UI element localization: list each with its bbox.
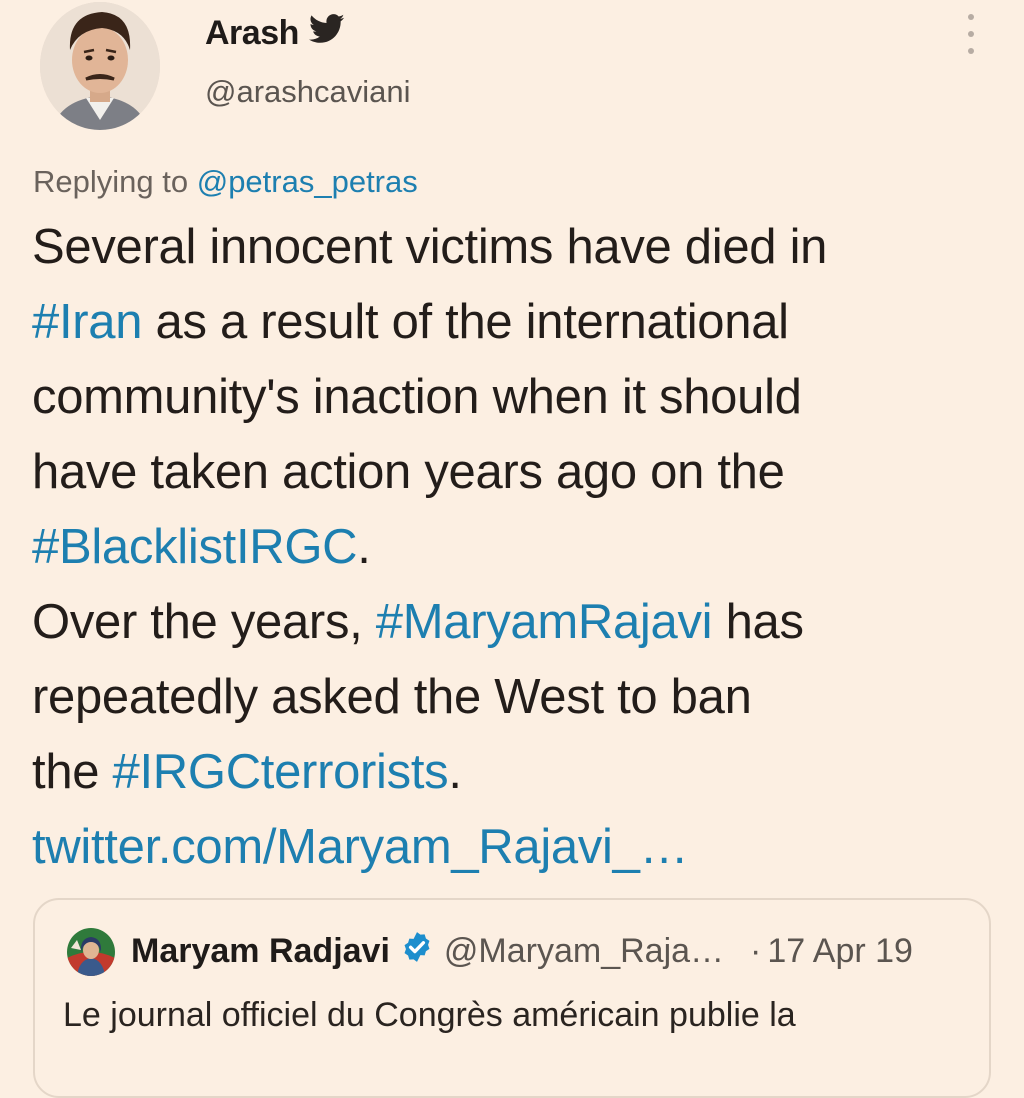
tweet-line: community's inaction when it should [32,360,1002,435]
author-handle[interactable]: @arashcaviani [205,74,411,110]
tweet-text-segment: has [712,595,804,649]
tweet-line: Several innocent victims have died in [32,210,1002,285]
tweet-line: #BlacklistIRGC. [32,510,1002,585]
twitter-bird-icon [308,14,345,53]
quoted-author-handle[interactable]: @Maryam_Raja… [444,932,724,971]
external-url-link[interactable]: twitter.com/Maryam_Rajavi_… [32,820,689,874]
more-dot-icon [968,48,974,54]
header-separator: · [750,932,762,970]
hashtag-iran-link[interactable]: #Iran [32,295,142,349]
tweet-line: repeatedly asked the West to ban [32,660,1002,735]
tweet-text: Several innocent victims have died in #I… [32,210,1002,885]
hashtag-irgcterrorists-link[interactable]: #IRGCterrorists [113,745,449,799]
more-dot-icon [968,14,974,20]
more-options-button[interactable] [958,14,984,54]
quoted-author-name[interactable]: Maryam Radjavi [131,932,390,971]
reply-to-handle-link[interactable]: @petras_petras [197,164,418,199]
more-dot-icon [968,31,974,37]
quoted-author-avatar [67,928,115,976]
tweet-line: twitter.com/Maryam_Rajavi_… [32,810,1002,885]
hashtag-blacklistirgc-link[interactable]: #BlacklistIRGC [32,520,358,574]
quoted-tweet-card[interactable]: Maryam Radjavi @Maryam_Raja… · 17 Apr 19… [33,898,991,1098]
verified-badge-icon [400,930,434,973]
author-display-name[interactable]: Arash [205,14,299,53]
replying-to-line: Replying to @petras_petras [33,164,418,200]
quoted-tweet-header: Maryam Radjavi @Maryam_Raja… · 17 Apr 19 [131,930,913,973]
tweet-text-segment: as a result of the international [142,295,790,349]
tweet-line: the #IRGCterrorists. [32,735,1002,810]
tweet-text-segment: the [32,745,113,799]
author-display-name-row[interactable]: Arash [205,14,345,53]
replying-to-label: Replying to [33,164,189,199]
tweet-text-segment: . [357,520,371,574]
tweet-text-segment: community's inaction when it should [32,370,802,424]
tweet-line: Over the years, #MaryamRajavi has [32,585,1002,660]
tweet-line: have taken action years ago on the [32,435,1002,510]
quoted-tweet-text: Le journal officiel du Congrès américain… [63,996,796,1034]
tweet-text-segment: . [448,745,462,799]
tweet-text-segment: Over the years, [32,595,376,649]
tweet-text-segment: repeatedly asked the West to ban [32,670,752,724]
tweet-line: #Iran as a result of the international [32,285,1002,360]
author-avatar[interactable] [40,2,160,130]
tweet-text-segment: Several innocent victims have died in [32,220,828,274]
quoted-tweet-date[interactable]: 17 Apr 19 [767,932,913,971]
tweet-text-segment: have taken action years ago on the [32,445,785,499]
hashtag-maryamrajavi-link[interactable]: #MaryamRajavi [376,595,713,649]
